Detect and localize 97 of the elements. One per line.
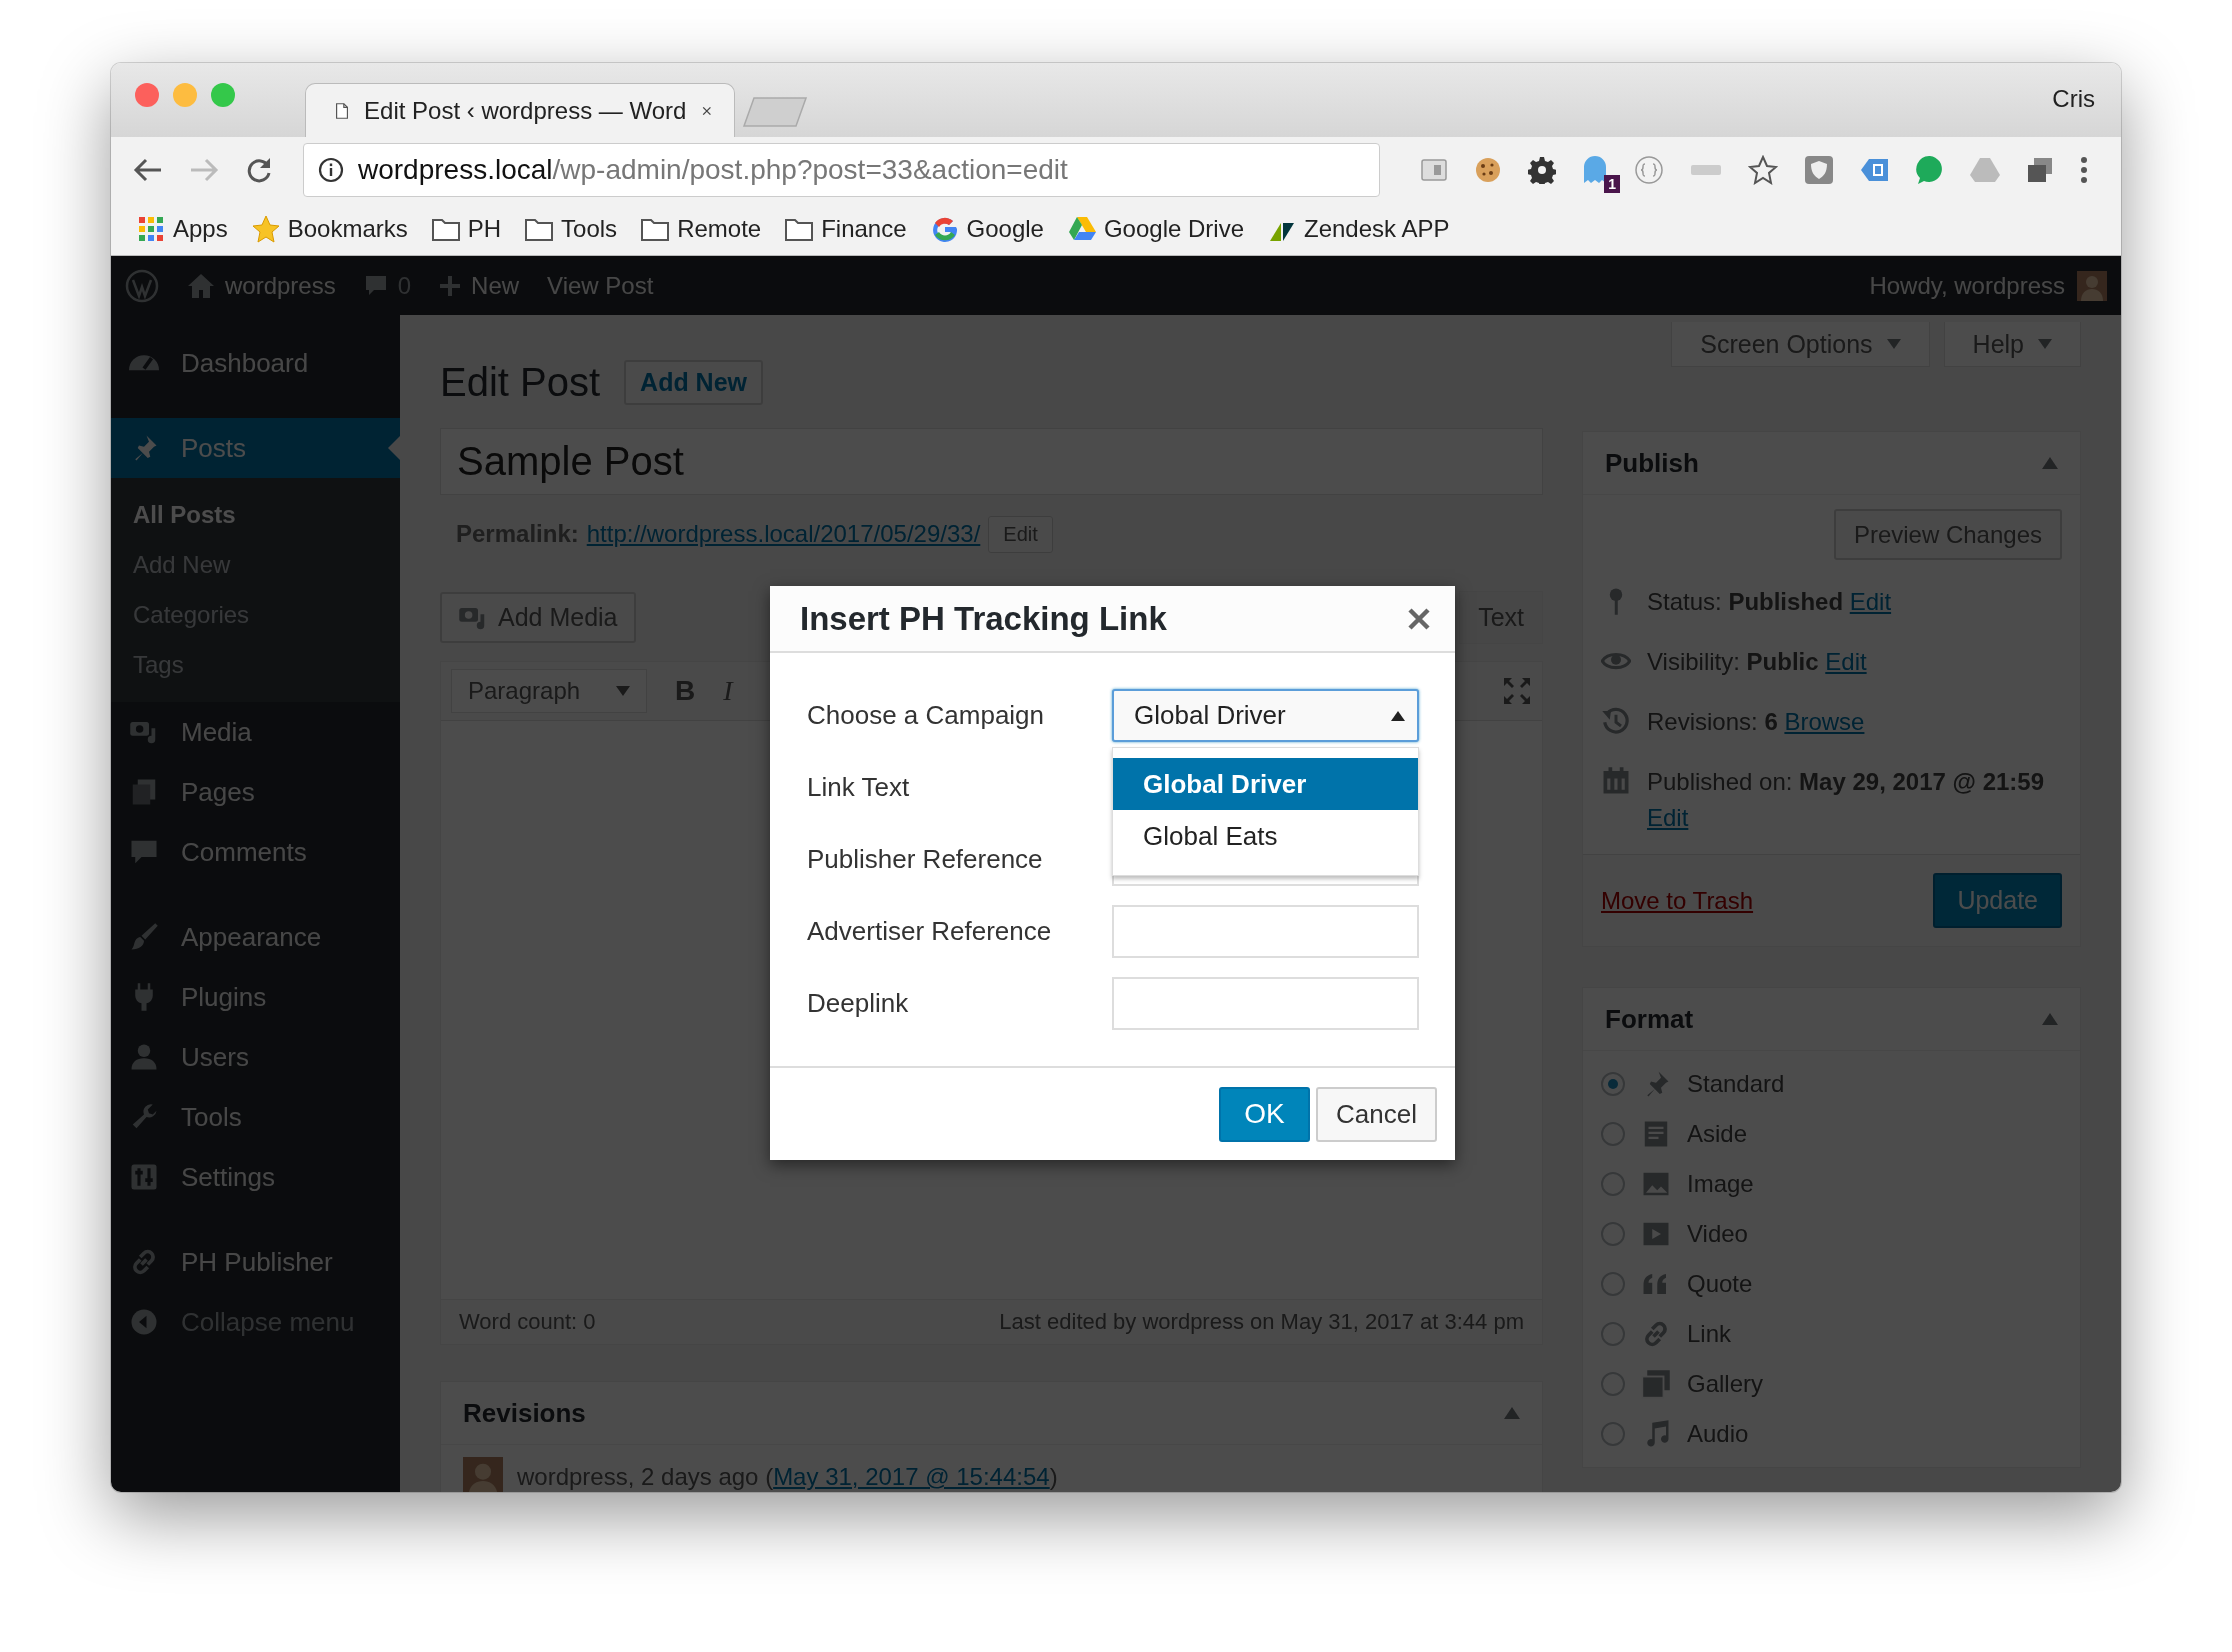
gear-icon[interactable] bbox=[1528, 155, 1556, 184]
bookmark[interactable]: Finance bbox=[785, 214, 907, 243]
bookmark[interactable]: Remote bbox=[641, 214, 762, 243]
field-label: Link Text bbox=[807, 772, 911, 803]
format-option-label[interactable]: Video bbox=[1687, 1220, 1748, 1248]
publish-info-text: Visibility: Public Edit bbox=[1647, 647, 1867, 677]
caret-icon bbox=[1886, 339, 1901, 349]
edit-link[interactable]: Edit bbox=[1825, 648, 1867, 675]
format-option-label[interactable]: Image bbox=[1687, 1170, 1754, 1198]
edit-link[interactable]: Browse bbox=[1784, 708, 1865, 735]
publish-info-text: Revisions: 6 Browse bbox=[1647, 707, 1865, 737]
new-tab-button[interactable] bbox=[743, 97, 807, 127]
format-option-label[interactable]: Audio bbox=[1687, 1420, 1749, 1448]
text-field[interactable] bbox=[1112, 977, 1419, 1030]
cancel-button[interactable]: Cancel bbox=[1316, 1086, 1437, 1142]
zoom-window-button[interactable] bbox=[211, 83, 235, 107]
browser-tab[interactable]: Edit Post ‹ wordpress — Word bbox=[305, 83, 735, 137]
speech-bubble-icon bbox=[363, 273, 388, 298]
home-icon bbox=[187, 272, 215, 299]
info-icon[interactable] bbox=[318, 156, 344, 183]
back-icon[interactable] bbox=[133, 156, 163, 183]
close-icon[interactable] bbox=[1407, 606, 1431, 631]
gauge-icon bbox=[129, 355, 159, 371]
text-field[interactable] bbox=[1112, 905, 1419, 958]
ok-button[interactable]: OK bbox=[1219, 1086, 1311, 1142]
address-bar[interactable]: wordpress.local/wp-admin/post.php?post=33&action=edit bbox=[303, 142, 1380, 197]
bookmark[interactable]: Bookmarks bbox=[251, 214, 408, 243]
gallery-icon bbox=[1641, 1369, 1671, 1399]
caret-icon bbox=[616, 686, 630, 696]
caret-icon bbox=[1391, 710, 1405, 721]
sliders-icon bbox=[129, 1162, 159, 1192]
move-to-trash-link[interactable]: Move to Trash bbox=[1601, 886, 1754, 915]
brush-icon bbox=[129, 922, 159, 952]
plus-icon bbox=[439, 274, 462, 297]
revision-link[interactable]: May 31, 2017 @ 15:44:54 bbox=[773, 1463, 1050, 1490]
url-text: wordpress.local/wp-admin/post.php?post=33&action=edit bbox=[358, 153, 1068, 186]
bookmark[interactable]: Zendesk APP bbox=[1268, 214, 1450, 243]
fullscreen-icon[interactable] bbox=[1502, 676, 1532, 706]
caret-icon bbox=[2038, 339, 2052, 349]
collapse-toggle-icon[interactable] bbox=[2042, 1013, 2058, 1025]
user-icon bbox=[129, 1042, 159, 1072]
drive-icon bbox=[1067, 214, 1096, 243]
minimize-window-button[interactable] bbox=[173, 83, 197, 107]
add-new-button[interactable]: Add New bbox=[624, 360, 764, 405]
notification-badge: 1 bbox=[1604, 174, 1620, 193]
page-title: Edit Post bbox=[440, 360, 601, 405]
bookmark[interactable]: Tools bbox=[525, 214, 618, 243]
edit-link[interactable]: Edit bbox=[1849, 588, 1892, 615]
tab-title: Edit Post ‹ wordpress — Word bbox=[364, 96, 687, 125]
format-option-label[interactable]: Quote bbox=[1687, 1270, 1753, 1298]
panel-title: Publish bbox=[1605, 447, 1699, 479]
menu-item[interactable]: Posts bbox=[111, 418, 400, 478]
forward-icon[interactable] bbox=[189, 156, 219, 183]
grid-icon bbox=[137, 214, 165, 243]
bookmark[interactable]: Apps bbox=[137, 214, 228, 243]
ghost-icon[interactable] bbox=[1582, 154, 1608, 185]
avatar-icon bbox=[2077, 270, 2107, 301]
menu-icon[interactable] bbox=[2080, 155, 2088, 184]
bookmark[interactable]: PH bbox=[431, 214, 502, 243]
panel-title: Revisions bbox=[463, 1397, 586, 1429]
shield-icon[interactable] bbox=[1804, 154, 1834, 185]
field-label: Deeplink bbox=[807, 988, 910, 1019]
star-icon bbox=[251, 214, 280, 243]
calendar-icon bbox=[1601, 766, 1631, 796]
dropdown-option[interactable]: Global Eats bbox=[1113, 810, 1418, 862]
close-window-button[interactable] bbox=[135, 83, 159, 107]
edit-link[interactable]: Edit bbox=[1647, 804, 1689, 831]
format-option-label[interactable]: Gallery bbox=[1687, 1370, 1764, 1398]
bookmark[interactable]: Google Drive bbox=[1067, 214, 1244, 243]
publish-info-text: Status: Published Edit bbox=[1647, 587, 1892, 617]
update-button[interactable]: Update bbox=[1933, 873, 2062, 928]
cookie-icon[interactable] bbox=[1474, 155, 1502, 184]
speech-bubble-icon[interactable] bbox=[1916, 154, 1944, 185]
format-option-label[interactable]: Link bbox=[1687, 1320, 1732, 1348]
field-label: Choose a Campaign bbox=[807, 700, 1046, 731]
collapse-toggle-icon[interactable] bbox=[2042, 457, 2058, 469]
campaign-dropdown[interactable]: Global Driver bbox=[1112, 689, 1419, 742]
format-option-label[interactable]: Aside bbox=[1687, 1120, 1748, 1148]
permalink-link[interactable]: http://wordpress.local/2017/05/29/33/ bbox=[586, 520, 981, 548]
dialog-title: Insert PH Tracking Link bbox=[800, 599, 1167, 638]
field-label: Publisher Reference bbox=[807, 844, 1044, 875]
publish-info-text: Published on: May 29, 2017 @ 21:59 Edit bbox=[1647, 767, 2045, 833]
wordpress-logo-icon[interactable] bbox=[125, 268, 159, 303]
profile-name[interactable]: Cris bbox=[2052, 85, 2095, 113]
field-label: Advertiser Reference bbox=[807, 916, 1053, 947]
radio-button[interactable] bbox=[1601, 1072, 1625, 1096]
history-icon bbox=[1601, 706, 1631, 736]
bookmark[interactable]: Google bbox=[930, 214, 1044, 243]
braces-icon[interactable] bbox=[1634, 154, 1664, 185]
star-icon[interactable] bbox=[1748, 154, 1778, 185]
panel-title: Format bbox=[1605, 1003, 1694, 1035]
collapse-toggle-icon[interactable] bbox=[1504, 1407, 1520, 1419]
avatar-icon bbox=[463, 1457, 503, 1492]
windows-icon[interactable] bbox=[2026, 155, 2054, 184]
title-field[interactable]: Sample Post bbox=[440, 428, 1543, 495]
dropdown-option[interactable]: Global Driver bbox=[1113, 758, 1418, 810]
format-option-label[interactable]: Standard bbox=[1687, 1070, 1785, 1098]
